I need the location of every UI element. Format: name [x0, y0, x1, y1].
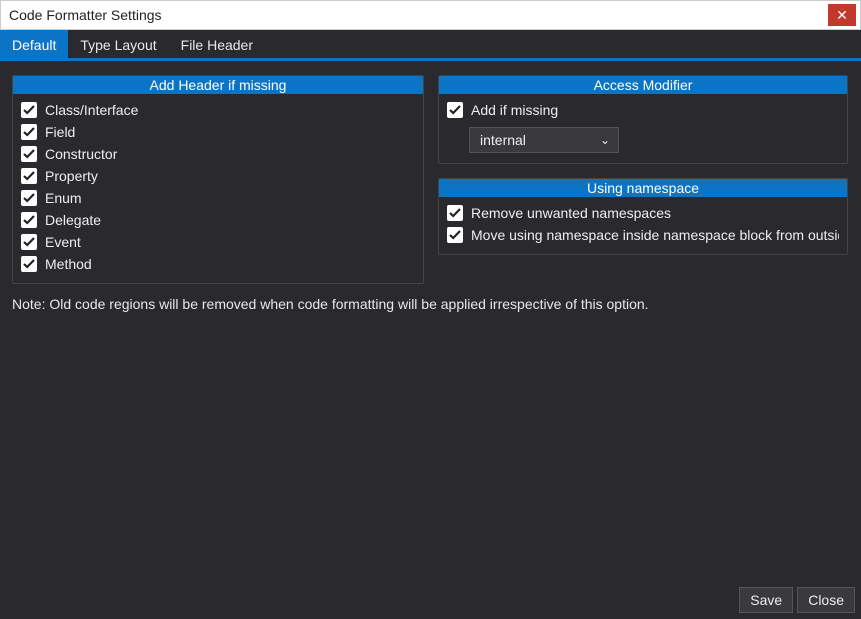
checkbox-method[interactable] — [21, 256, 37, 272]
row-class-interface: Class/Interface — [21, 99, 415, 121]
label-method: Method — [45, 256, 92, 272]
checkmark-icon — [23, 126, 35, 138]
tab-type-layout[interactable]: Type Layout — [68, 30, 168, 58]
checkmark-icon — [23, 192, 35, 204]
label-constructor: Constructor — [45, 146, 117, 162]
panel-using-namespace-body: Remove unwanted namespaces Move using na… — [439, 197, 847, 254]
row-property: Property — [21, 165, 415, 187]
label-enum: Enum — [45, 190, 82, 206]
label-move-inside: Move using namespace inside namespace bl… — [471, 227, 839, 243]
panel-using-namespace-title: Using namespace — [439, 179, 847, 197]
window-close-button[interactable]: ✕ — [828, 4, 856, 26]
checkbox-property[interactable] — [21, 168, 37, 184]
right-column: Access Modifier Add if missing internal … — [438, 75, 848, 255]
panel-add-header: Add Header if missing Class/Interface Fi… — [12, 75, 424, 284]
select-access-modifier[interactable]: internal ⌄ — [469, 127, 619, 153]
row-field: Field — [21, 121, 415, 143]
panel-access-modifier-body: Add if missing internal ⌄ — [439, 94, 847, 163]
chevron-down-icon: ⌄ — [600, 133, 610, 147]
panel-using-namespace: Using namespace Remove unwanted namespac… — [438, 178, 848, 255]
checkmark-icon — [23, 148, 35, 160]
checkbox-constructor[interactable] — [21, 146, 37, 162]
checkmark-icon — [23, 214, 35, 226]
row-constructor: Constructor — [21, 143, 415, 165]
checkbox-event[interactable] — [21, 234, 37, 250]
tab-bar: Default Type Layout File Header — [0, 30, 861, 61]
checkmark-icon — [23, 104, 35, 116]
label-field: Field — [45, 124, 75, 140]
row-event: Event — [21, 231, 415, 253]
close-icon: ✕ — [836, 8, 848, 22]
label-delegate: Delegate — [45, 212, 101, 228]
row-move-inside: Move using namespace inside namespace bl… — [447, 224, 839, 246]
checkbox-class-interface[interactable] — [21, 102, 37, 118]
checkbox-enum[interactable] — [21, 190, 37, 206]
panel-add-header-title: Add Header if missing — [13, 76, 423, 94]
checkmark-icon — [449, 207, 461, 219]
checkbox-remove-unwanted[interactable] — [447, 205, 463, 221]
checkmark-icon — [23, 236, 35, 248]
window-title: Code Formatter Settings — [9, 7, 162, 23]
close-button[interactable]: Close — [797, 587, 855, 613]
checkbox-field[interactable] — [21, 124, 37, 140]
footer: Save Close — [733, 581, 861, 619]
checkbox-add-if-missing[interactable] — [447, 102, 463, 118]
title-bar: Code Formatter Settings ✕ — [0, 0, 861, 30]
row-add-if-missing: Add if missing — [447, 99, 839, 121]
row-enum: Enum — [21, 187, 415, 209]
row-method: Method — [21, 253, 415, 275]
label-event: Event — [45, 234, 81, 250]
tab-file-header[interactable]: File Header — [169, 30, 265, 58]
checkbox-move-inside[interactable] — [447, 227, 463, 243]
select-access-modifier-value: internal — [480, 132, 526, 148]
row-delegate: Delegate — [21, 209, 415, 231]
label-property: Property — [45, 168, 98, 184]
panel-access-modifier-title: Access Modifier — [439, 76, 847, 94]
row-remove-unwanted: Remove unwanted namespaces — [447, 202, 839, 224]
label-remove-unwanted: Remove unwanted namespaces — [471, 205, 671, 221]
checkmark-icon — [449, 229, 461, 241]
checkmark-icon — [449, 104, 461, 116]
checkmark-icon — [23, 258, 35, 270]
tab-default[interactable]: Default — [0, 30, 68, 58]
label-class-interface: Class/Interface — [45, 102, 138, 118]
label-add-if-missing: Add if missing — [471, 102, 558, 118]
checkmark-icon — [23, 170, 35, 182]
panel-access-modifier: Access Modifier Add if missing internal … — [438, 75, 848, 164]
note-text: Note: Old code regions will be removed w… — [0, 292, 861, 312]
content-area: Add Header if missing Class/Interface Fi… — [0, 61, 861, 292]
checkbox-delegate[interactable] — [21, 212, 37, 228]
panel-add-header-body: Class/Interface Field Constructor Proper… — [13, 94, 423, 283]
save-button[interactable]: Save — [739, 587, 793, 613]
